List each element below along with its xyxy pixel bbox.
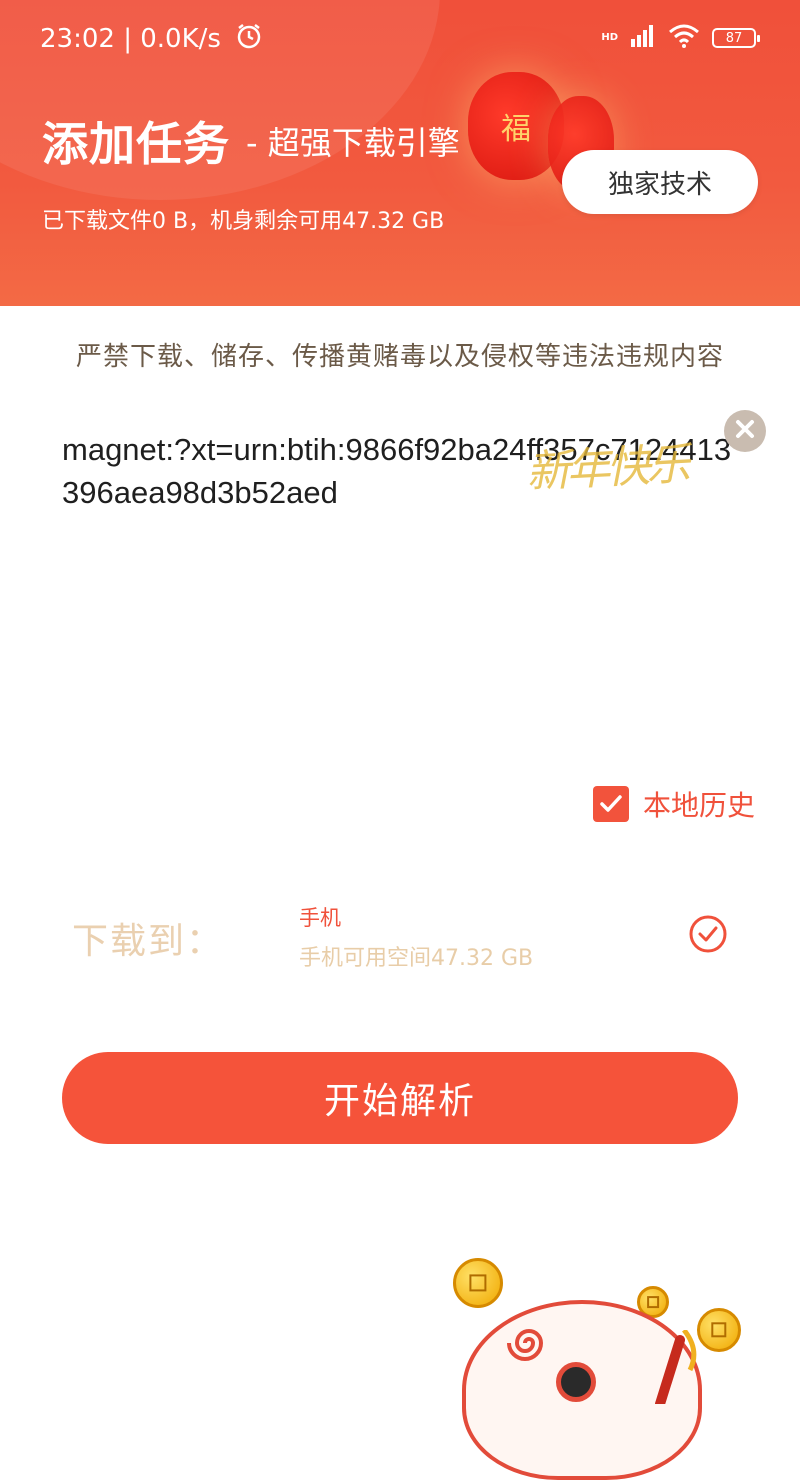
coin-icon <box>453 1258 503 1308</box>
device-selected-icon[interactable] <box>688 914 728 958</box>
signal-icon <box>630 25 656 51</box>
alarm-icon <box>235 22 263 57</box>
mascot-swirl-icon <box>507 1329 544 1361</box>
history-checkbox[interactable] <box>593 786 629 822</box>
status-time-speed: 23:02 | 0.0K/s <box>40 22 263 57</box>
status-icons: HD 87 <box>601 24 760 52</box>
mascot-brush-icon <box>655 1330 697 1404</box>
header-banner: 23:02 | 0.0K/s HD 87 福 添加任务 - 超强下载引擎 已下载… <box>0 0 800 306</box>
storage-info: 已下载文件0 B，机身剩余可用47.32 GB <box>42 209 445 234</box>
history-label: 本地历史 <box>643 789 756 822</box>
download-device-space: 手机可用空间47.32 GB <box>299 946 534 971</box>
status-time: 23:02 | 0.0K/s <box>40 24 221 54</box>
download-to-label: 下载到： <box>72 921 225 962</box>
close-icon <box>734 418 756 444</box>
page-title: 添加任务 <box>42 117 230 171</box>
download-device-name[interactable]: 手机 <box>299 902 341 932</box>
clear-input-button[interactable] <box>724 410 766 452</box>
lantern-char: 福 <box>501 112 531 147</box>
checkmark-icon <box>600 795 622 812</box>
battery-icon: 87 <box>712 28 760 48</box>
legal-notice: 严禁下载、储存、传播黄赌毒以及侵权等违法违规内容 <box>75 342 724 372</box>
hd-badge: HD <box>601 32 618 43</box>
start-parse-button[interactable]: 开始解析 <box>62 1052 738 1144</box>
mascot-eye <box>556 1362 596 1402</box>
coin-icon <box>697 1308 741 1352</box>
wifi-icon <box>668 24 700 52</box>
local-history-toggle[interactable]: 本地历史 <box>593 784 755 824</box>
page-subtitle: - 超强下载引擎 <box>246 124 460 162</box>
exclusive-tech-button[interactable]: 独家技术 <box>562 150 758 214</box>
festive-watermark: 新年快乐 <box>525 438 688 499</box>
